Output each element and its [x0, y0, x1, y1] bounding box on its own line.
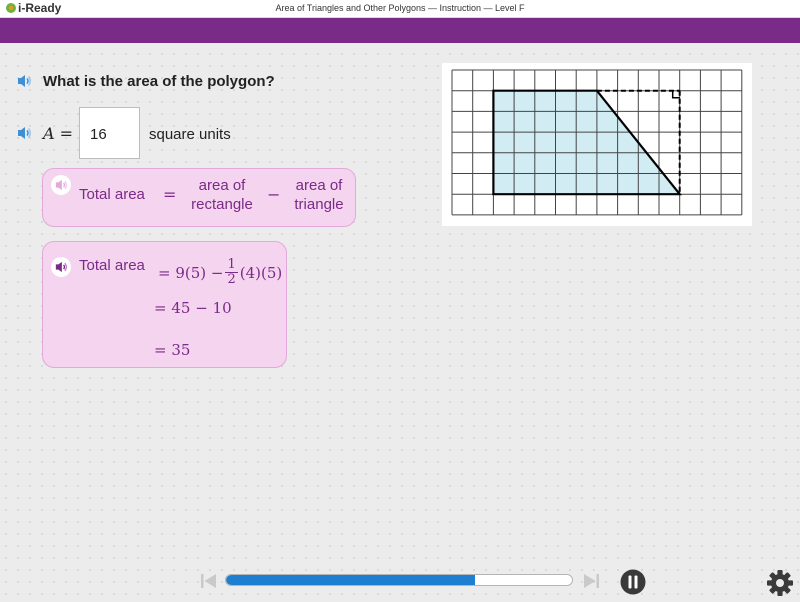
area-rect-line1: area of: [198, 177, 246, 194]
polygon-fill: [493, 90, 680, 195]
polygon-figure: [442, 63, 752, 226]
right-angle-marker: [671, 90, 680, 99]
settings-button[interactable]: [766, 569, 794, 602]
work-line1-expression: = 9(5) − 1 2 (4)(5): [158, 258, 282, 287]
area-rect-line2: rectangle: [191, 196, 253, 213]
expr-part-a: = 9(5) −: [158, 263, 224, 282]
formula-equals: =: [163, 185, 177, 204]
playback-controls: [0, 566, 800, 600]
area-of-triangle-term: area of triangle: [287, 176, 351, 214]
area-variable-label: A =: [43, 124, 73, 143]
total-area-label: Total area: [79, 186, 145, 203]
gear-icon: [767, 570, 793, 596]
expr-part-b: (4)(5): [239, 263, 283, 282]
pause-icon: [620, 569, 646, 595]
progress-fill: [226, 575, 476, 585]
title-bar: i-Ready Area of Triangles and Other Poly…: [0, 0, 800, 18]
skip-forward-icon: [584, 574, 599, 588]
formula-minus: −: [267, 185, 281, 204]
work-total-area-label: Total area: [79, 257, 145, 274]
work-speaker-icon[interactable]: [51, 257, 71, 277]
window-title: Area of Triangles and Other Polygons — I…: [275, 3, 525, 13]
lesson-header-bar: [0, 18, 800, 43]
skip-back-button[interactable]: [200, 573, 218, 594]
answer-speaker-icon[interactable]: [14, 123, 34, 143]
area-tri-line1: area of: [295, 177, 343, 194]
work-line2: = 45 − 10: [154, 299, 232, 317]
area-tri-line2: triangle: [294, 196, 344, 213]
fraction-denominator: 2: [227, 272, 236, 287]
variable-a: A: [43, 124, 55, 143]
one-half-fraction: 1 2: [225, 257, 238, 287]
skip-forward-button[interactable]: [582, 573, 600, 594]
fraction-numerator: 1: [225, 257, 238, 273]
work-line3: = 35: [154, 341, 191, 359]
work-card: Total area = 9(5) − 1 2 (4)(5) = 45 − 10…: [42, 241, 287, 368]
area-of-rectangle-term: area of rectangle: [187, 176, 257, 214]
question-speaker-icon[interactable]: [14, 71, 34, 91]
formula-card: Total area = area of rectangle − area of…: [42, 168, 356, 227]
progress-bar[interactable]: [225, 574, 573, 586]
answer-input[interactable]: 16: [79, 107, 140, 159]
formula-speaker-icon[interactable]: [51, 175, 71, 195]
equals-sign: =: [59, 124, 74, 143]
skip-back-icon: [201, 574, 216, 588]
grid-drawing: [451, 69, 743, 216]
units-label: square units: [149, 126, 231, 143]
question-text: What is the area of the polygon?: [43, 73, 275, 90]
pause-button[interactable]: [620, 569, 646, 600]
